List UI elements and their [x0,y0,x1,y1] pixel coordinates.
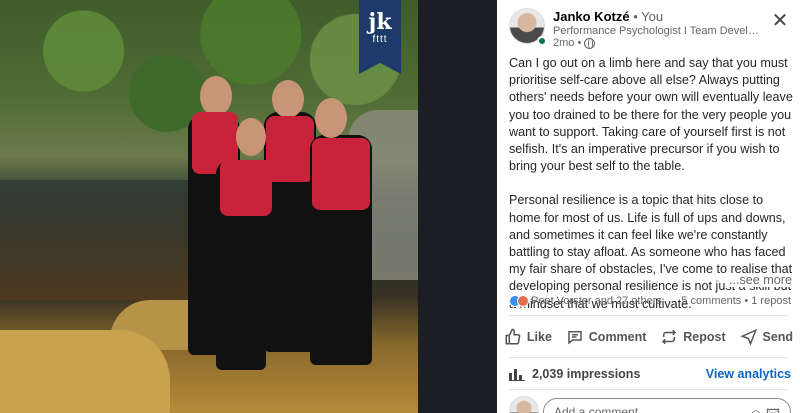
photo-life-vest [220,160,272,216]
thumbs-up-icon [505,328,521,345]
photo-person-head [236,118,266,156]
send-label: Send [762,330,794,344]
impressions-row: 2,039 impressions View analytics [509,365,791,385]
social-counts: Peet Vorster and 27 others 5 comments • … [509,293,791,311]
comment-button[interactable]: Comment [566,328,647,346]
action-bar: Like Comment Repost Send [497,320,800,354]
repost-button[interactable]: Repost [660,328,726,346]
divider [509,389,788,390]
impressions-count[interactable]: 2,039 impressions [532,367,640,381]
repost-icon [662,329,677,345]
view-analytics-link[interactable]: View analytics [706,367,791,381]
like-label: Like [526,330,552,344]
photo-life-vest [266,116,314,182]
close-icon: ✕ [771,10,789,32]
author-line: Janko Kotzé • You [553,9,663,24]
send-button[interactable]: Send [739,328,794,346]
post-meta: 2mo • [553,37,596,49]
post-header: Janko Kotzé • You Performance Psychologi… [497,0,800,54]
comment-input[interactable]: Add a comment... ☺ 🖾 [543,398,791,413]
divider [509,315,788,316]
comment-bubble-icon [568,331,582,345]
media-area: jk fttt [0,0,497,413]
online-status-icon [537,36,547,46]
author-suffix: • You [633,9,664,24]
bar-chart-icon [509,369,525,381]
comment-label: Comment [588,330,647,344]
brand-logo-sub: fttt [372,34,388,45]
close-button[interactable]: ✕ [770,10,790,32]
comment-composer: Add a comment... ☺ 🖾 [509,396,791,413]
photo-rock [0,330,170,413]
photo-person-head [200,76,232,116]
post-body: Can I go out on a limb here and say that… [509,55,793,330]
post-photo[interactable]: jk fttt [0,0,418,413]
see-more-link[interactable]: ...see more [725,273,792,287]
author-name[interactable]: Janko Kotzé [553,9,630,24]
comment-placeholder: Add a comment... [554,405,649,413]
comments-reposts-count[interactable]: 5 comments • 1 repost [681,295,791,307]
photo-life-vest [312,138,370,210]
reactors-text[interactable]: Peet Vorster and 27 others [531,295,662,307]
emoji-icon[interactable]: ☺ 🖾 [749,405,780,413]
post-detail-panel: Janko Kotzé • You Performance Psychologi… [497,0,800,413]
reactions-icon[interactable] [509,295,531,307]
repost-label: Repost [683,330,726,344]
author-headline: Performance Psychologist I Team Developm… [553,25,763,37]
post-viewer: jk fttt Janko Kotzé • You Performance Ps… [0,0,800,413]
brand-logo-text: jk [368,9,392,35]
globe-icon [584,37,596,49]
post-time: 2mo • [553,37,582,49]
photo-person-head [315,98,347,138]
brand-logo: jk fttt [359,0,401,74]
love-reaction-icon [517,295,529,307]
post-paragraph: Can I go out on a limb here and say that… [509,56,793,174]
send-icon [739,328,757,346]
divider [509,357,788,358]
photo-person-head [272,80,304,118]
commenter-avatar [509,396,539,413]
like-button[interactable]: Like [504,328,552,346]
